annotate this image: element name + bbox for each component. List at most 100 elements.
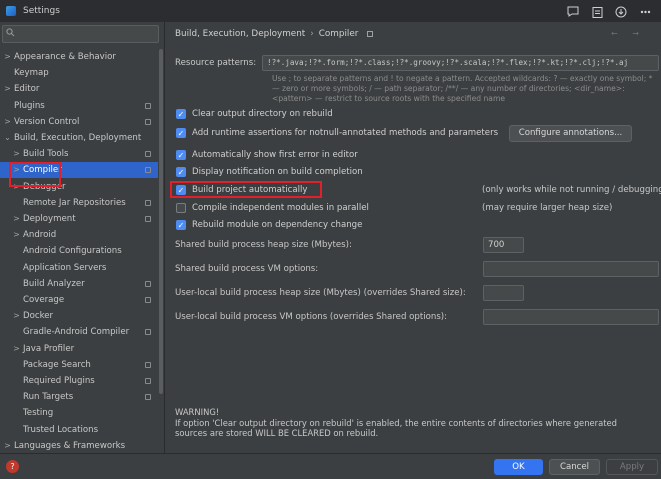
search-icon <box>6 28 15 40</box>
clipboard-icon[interactable] <box>587 3 607 20</box>
breadcrumb: Build, Execution, Deployment › Compiler <box>175 29 374 39</box>
checkbox-checked-icon: ✓ <box>176 167 186 177</box>
sidebar-item[interactable]: ⌄ Build, Execution, Deployment <box>0 130 158 146</box>
configure-annotations-button[interactable]: Configure annotations... <box>509 125 632 142</box>
expand-arrow-icon[interactable]: > <box>3 114 12 130</box>
project-scope-icon <box>145 102 151 109</box>
project-scope-icon <box>367 30 374 37</box>
project-scope-icon <box>145 280 151 287</box>
show-first-error-checkbox[interactable]: ✓ Automatically show first error in edit… <box>176 148 358 162</box>
apply-button[interactable]: Apply <box>606 459 658 475</box>
notify-completion-checkbox[interactable]: ✓ Display notification on build completi… <box>176 165 363 179</box>
sidebar-item-label: Deployment <box>23 214 76 224</box>
project-scope-icon <box>145 118 151 125</box>
user-vm-options-input[interactable] <box>483 309 659 325</box>
sidebar-item[interactable]: Build Analyzer <box>0 276 158 292</box>
shared-heap-input[interactable]: 700 <box>483 237 524 253</box>
sidebar-item[interactable]: Package Search <box>0 357 158 373</box>
sidebar-item[interactable]: Remote Jar Repositories <box>0 195 158 211</box>
expand-arrow-icon[interactable]: > <box>12 341 21 357</box>
more-icon[interactable] <box>635 3 655 20</box>
shared-vm-options-input[interactable] <box>483 261 659 277</box>
expand-arrow-icon[interactable]: > <box>3 438 12 454</box>
sidebar-item[interactable]: Coverage <box>0 292 158 308</box>
chat-icon[interactable] <box>563 3 583 20</box>
sidebar-item-label: Keymap <box>14 68 49 79</box>
settings-sidebar: > Appearance & Behavior Keymap > Editor Plugi… <box>0 22 165 453</box>
navigation-arrows[interactable]: ← → <box>611 29 645 38</box>
project-scope-icon <box>145 297 151 303</box>
cancel-button[interactable]: Cancel <box>549 459 600 475</box>
sidebar-item-label: Android Configurations <box>23 246 122 257</box>
user-vm-options-label: User-local build process VM options (ove… <box>175 312 448 322</box>
title-bar-actions <box>563 3 655 20</box>
sidebar-item[interactable]: Plugins <box>0 98 158 114</box>
sidebar-item[interactable]: Trusted Locations <box>0 422 158 438</box>
sidebar-item[interactable]: Application Servers <box>0 260 158 276</box>
compiler-settings-panel: Build, Execution, Deployment › Compiler ← … <box>166 22 661 453</box>
sidebar-item-label: Plugins <box>14 100 45 111</box>
window-title: Settings <box>23 6 60 16</box>
checkbox-checked-icon: ✓ <box>176 109 186 119</box>
compile-parallel-note: (may require larger heap size) <box>482 203 613 213</box>
dialog-footer: ? OK Cancel Apply <box>0 453 661 479</box>
resource-patterns-input[interactable]: !?*.java;!?*.form;!?*.class;!?*.groovy;!… <box>262 55 659 71</box>
breadcrumb-parent[interactable]: Build, Execution, Deployment <box>175 29 305 39</box>
sidebar-item-label: Run Targets <box>23 392 74 403</box>
project-scope-icon <box>145 199 151 206</box>
checkbox-checked-icon: ✓ <box>176 150 186 160</box>
sidebar-item-label: Build Tools <box>23 149 69 160</box>
expand-arrow-icon[interactable]: > <box>3 81 12 97</box>
project-scope-icon <box>145 394 151 401</box>
breadcrumb-separator: › <box>310 29 314 39</box>
sidebar-item[interactable]: > Languages & Frameworks <box>0 438 158 454</box>
expand-arrow-icon[interactable]: > <box>12 211 21 227</box>
build-automatically-highlight-box <box>170 181 322 198</box>
expand-arrow-icon[interactable]: > <box>12 308 21 324</box>
help-icon[interactable]: ? <box>6 460 19 473</box>
sidebar-item[interactable]: Run Targets <box>0 389 158 405</box>
checkbox-checked-icon: ✓ <box>176 128 186 138</box>
project-scope-icon <box>145 167 151 174</box>
expand-arrow-icon[interactable]: > <box>12 146 21 162</box>
expand-arrow-icon[interactable]: > <box>12 227 21 243</box>
sidebar-scrollbar[interactable] <box>159 49 163 394</box>
sidebar-item-label: Required Plugins <box>23 376 95 386</box>
project-scope-icon <box>145 378 151 384</box>
runtime-assertions-checkbox[interactable]: ✓ Add runtime assertions for notnull-ann… <box>176 126 498 140</box>
breadcrumb-current: Compiler <box>318 29 359 39</box>
expand-arrow-icon[interactable]: ⌄ <box>3 130 12 146</box>
user-heap-input[interactable] <box>483 285 524 301</box>
sidebar-item-label: Gradle-Android Compiler <box>23 327 130 338</box>
expand-arrow-icon[interactable]: > <box>3 49 12 65</box>
sidebar-item[interactable]: > Version Control <box>0 114 158 130</box>
sidebar-item[interactable]: Required Plugins <box>0 373 158 389</box>
rebuild-module-checkbox[interactable]: ✓ Rebuild module on dependency change <box>176 218 362 232</box>
sidebar-item[interactable]: > Android <box>0 227 158 243</box>
sidebar-item[interactable]: Android Configurations <box>0 243 158 259</box>
sidebar-item-label: Android <box>23 230 57 241</box>
sidebar-item[interactable]: Testing <box>0 405 158 421</box>
user-heap-label: User-local build process heap size (Mbyt… <box>175 288 466 298</box>
sidebar-item-label: Java Profiler <box>23 343 75 354</box>
sidebar-item[interactable]: > Build Tools <box>0 146 158 162</box>
sidebar-item[interactable]: > Deployment <box>0 211 158 227</box>
build-auto-note: (only works while not running / debuggin… <box>482 185 661 195</box>
update-icon[interactable] <box>611 3 631 20</box>
sidebar-item-label: Trusted Locations <box>23 424 99 435</box>
sidebar-item[interactable]: Gradle-Android Compiler <box>0 324 158 340</box>
sidebar-item[interactable]: > Docker <box>0 308 158 324</box>
sidebar-item[interactable]: > Editor <box>0 81 158 97</box>
shared-vm-options-label: Shared build process VM options: <box>175 264 319 274</box>
clear-output-checkbox[interactable]: ✓ Clear output directory on rebuild <box>176 107 333 121</box>
ok-button[interactable]: OK <box>494 459 543 475</box>
shared-heap-label: Shared build process heap size (Mbytes): <box>175 240 352 250</box>
sidebar-item[interactable]: > Appearance & Behavior <box>0 49 158 65</box>
sidebar-item-label: Build, Execution, Deployment <box>14 133 142 143</box>
compile-parallel-checkbox[interactable]: Compile independent modules in parallel <box>176 201 369 215</box>
sidebar-item-label: Docker <box>23 311 54 322</box>
sidebar-item[interactable]: Keymap <box>0 65 158 81</box>
search-input[interactable] <box>2 25 159 43</box>
project-scope-icon <box>145 329 151 336</box>
sidebar-item[interactable]: > Java Profiler <box>0 341 158 357</box>
